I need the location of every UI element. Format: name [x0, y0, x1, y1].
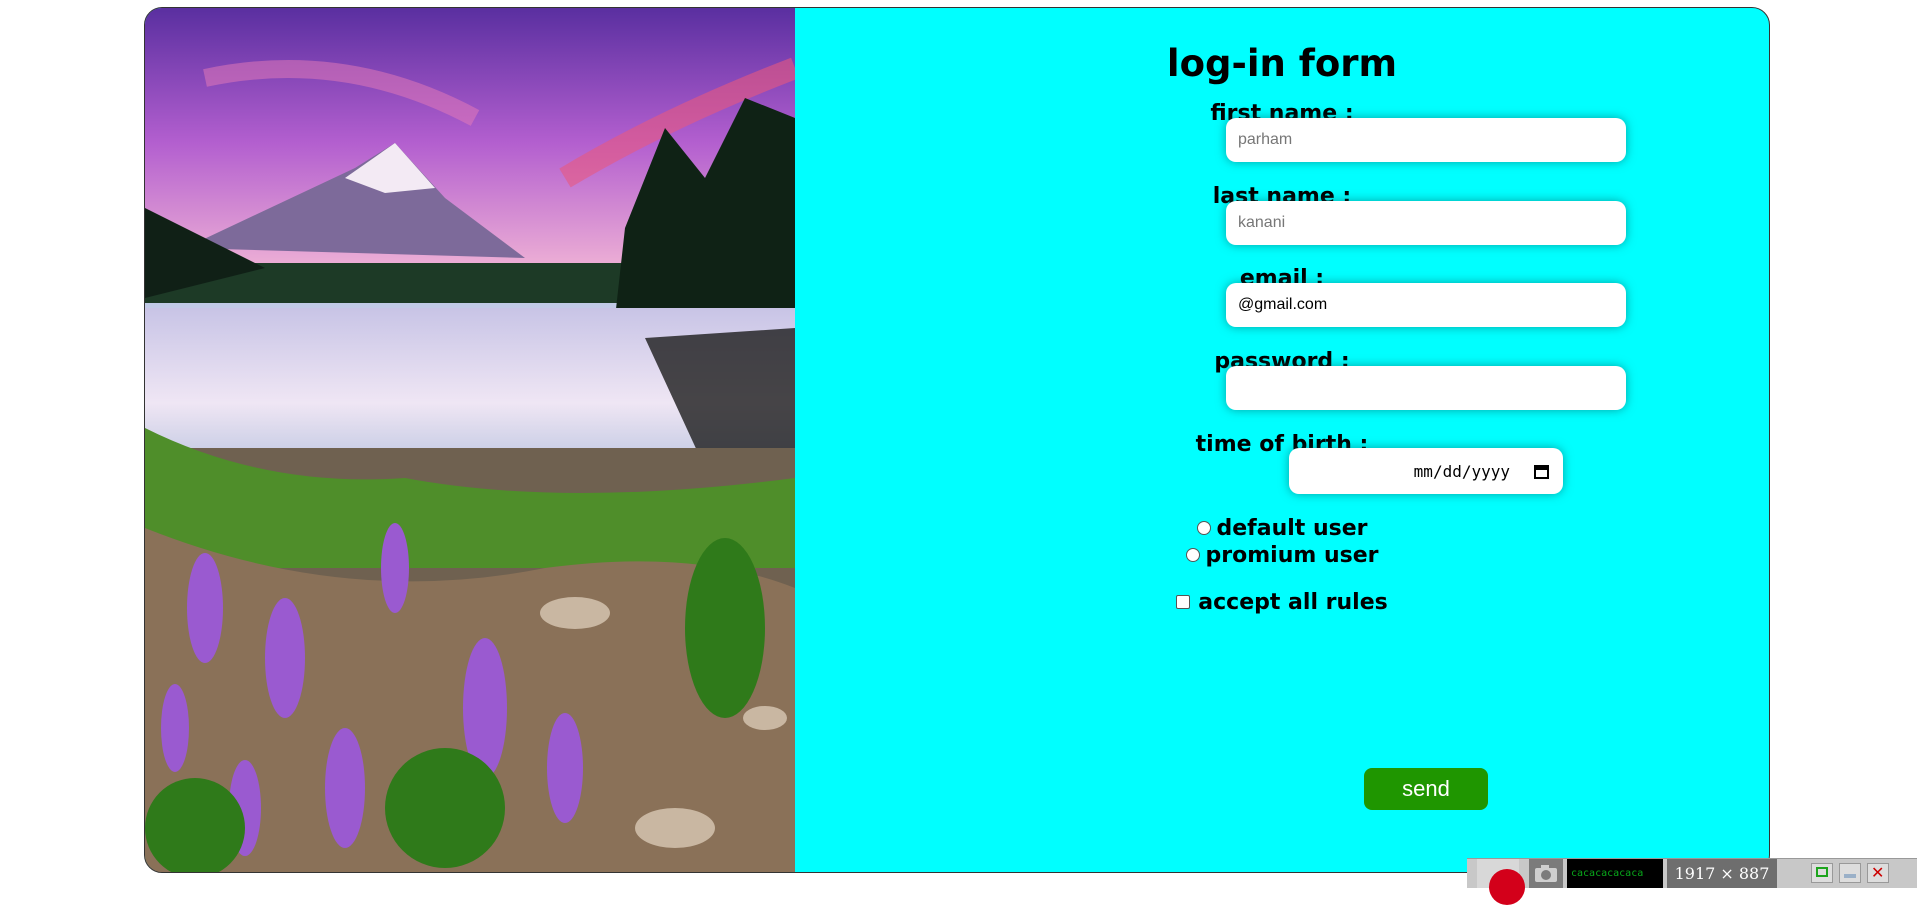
- close-button[interactable]: [1867, 863, 1889, 883]
- first-name-input[interactable]: [1226, 118, 1626, 162]
- maximize-button[interactable]: [1811, 863, 1833, 883]
- last-name-input[interactable]: [1226, 201, 1626, 245]
- email-input[interactable]: [1226, 283, 1626, 327]
- landscape-image: [145, 8, 795, 872]
- accept-rules-label: accept all rules: [1198, 590, 1388, 615]
- radio-circle[interactable]: [1185, 548, 1200, 562]
- radio-circle[interactable]: [1196, 521, 1211, 535]
- password-input[interactable]: [1226, 366, 1626, 410]
- birth-date-input[interactable]: mm/dd/yyyy: [1289, 448, 1563, 494]
- radio-default-user-label: default user: [1216, 516, 1368, 541]
- form-panel: log-in form first name : last name : ema…: [795, 8, 1769, 872]
- radio-premium-user-label: promium user: [1205, 543, 1379, 568]
- resolution-readout: 1917 × 887: [1667, 859, 1777, 888]
- form-card: log-in form first name : last name : ema…: [144, 7, 1770, 873]
- accept-rules-checkbox[interactable]: [1176, 595, 1191, 609]
- taskbar: cacacacacaca 1917 × 887: [1467, 858, 1917, 905]
- birth-label: time of birth :: [1195, 432, 1369, 457]
- camera-icon[interactable]: [1529, 859, 1563, 888]
- send-button[interactable]: send: [1364, 768, 1488, 810]
- minimize-button[interactable]: [1839, 863, 1861, 883]
- terminal-preview[interactable]: cacacacacaca: [1567, 859, 1663, 888]
- landscape-illustration: [145, 8, 795, 872]
- calendar-icon[interactable]: [1534, 464, 1549, 479]
- accept-rules-option[interactable]: accept all rules: [795, 590, 1769, 615]
- form-title: log-in form: [1166, 42, 1398, 85]
- radio-default-user[interactable]: default user: [795, 516, 1769, 541]
- radio-premium-user[interactable]: promium user: [795, 543, 1769, 568]
- record-button[interactable]: [1477, 859, 1525, 905]
- birth-date-placeholder: mm/dd/yyyy: [1413, 461, 1510, 481]
